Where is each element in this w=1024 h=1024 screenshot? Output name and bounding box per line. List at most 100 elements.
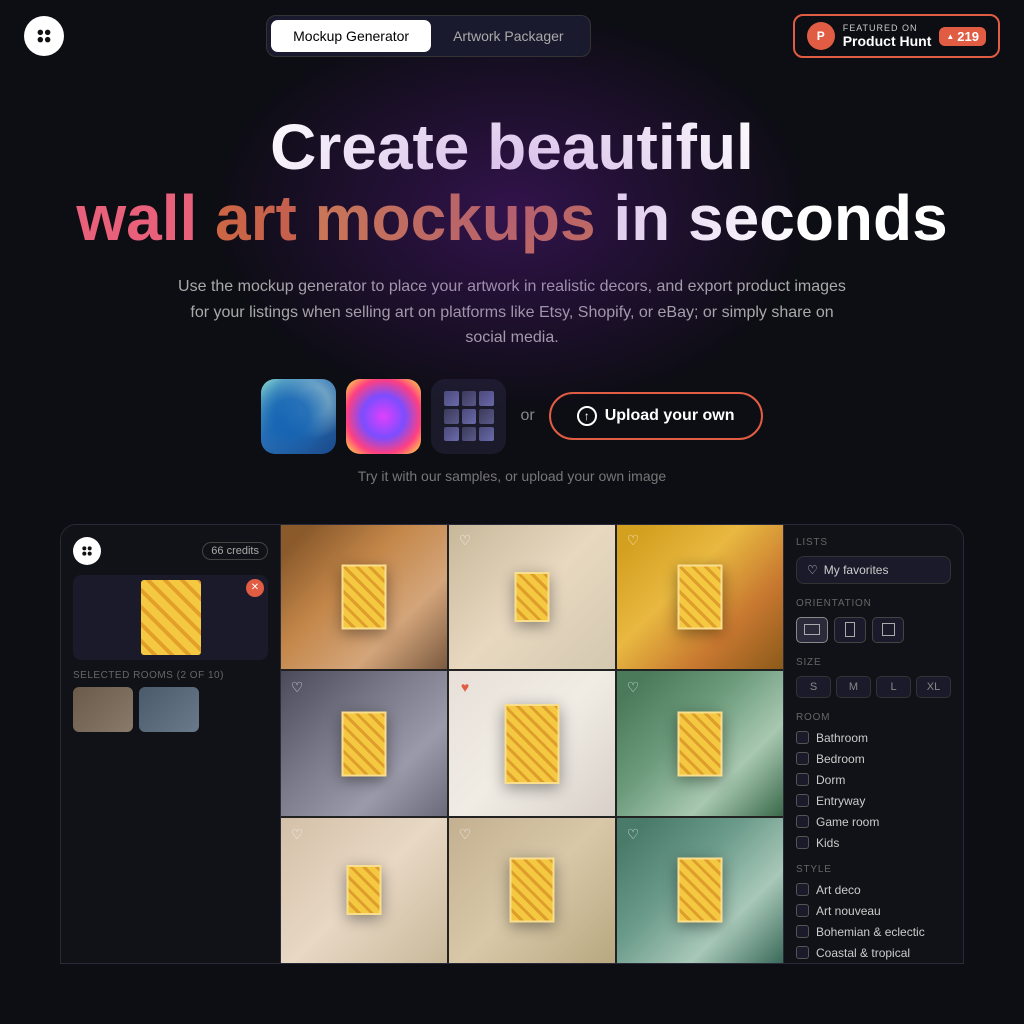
- room-grid-8[interactable]: ♡: [449, 818, 615, 963]
- hero-subtitle: Use the mockup generator to place your a…: [172, 274, 852, 351]
- favorite-icon-8[interactable]: ♡: [455, 824, 475, 844]
- room-grid-5[interactable]: ♥: [449, 671, 615, 816]
- orientation-label: ORIENTATION: [796, 598, 951, 609]
- room-bathroom[interactable]: Bathroom: [796, 731, 951, 745]
- artwork-overlay-9: [678, 858, 723, 923]
- artwork-overlay-1: [342, 565, 387, 630]
- style-checkbox-list: Art deco Art nouveau Bohemian & eclectic…: [796, 883, 951, 963]
- favorite-icon-7[interactable]: ♡: [287, 824, 307, 844]
- size-label: SIZE: [796, 657, 951, 668]
- cb-art-deco: [796, 883, 809, 896]
- style-art-nouveau[interactable]: Art nouveau: [796, 904, 951, 918]
- cb-bohemian: [796, 925, 809, 938]
- sample-row: or ↑ Upload your own: [20, 379, 1004, 454]
- ph-triangle-icon: ▲: [946, 32, 954, 41]
- delete-icon[interactable]: ✕: [246, 579, 264, 597]
- right-panel: LISTS ♡ My favorites ORIENTATION: [783, 525, 963, 963]
- portrait-icon: [845, 622, 855, 637]
- artwork-overlay-5: [505, 704, 560, 784]
- product-hunt-text: FEATURED ON Product Hunt: [843, 23, 932, 49]
- square-icon: [882, 623, 895, 636]
- upload-button[interactable]: ↑ Upload your own: [549, 392, 763, 440]
- cb-dorm: [796, 773, 809, 786]
- try-text: Try it with our samples, or upload your …: [20, 468, 1004, 484]
- room-grid-9[interactable]: ♡: [617, 818, 783, 963]
- orientation-row: [796, 617, 951, 643]
- room-game-room[interactable]: Game room: [796, 815, 951, 829]
- word-mockups: mockups: [315, 182, 596, 254]
- room-bedroom[interactable]: Bedroom: [796, 752, 951, 766]
- app-preview: 66 credits ✕ SELECTED ROOMS (2 OF 10) ♡: [60, 524, 964, 964]
- size-l[interactable]: L: [876, 676, 911, 698]
- or-label: or: [520, 407, 534, 425]
- filter-room: ROOM Bathroom Bedroom Dorm Entryway: [796, 712, 951, 850]
- cb-game-room: [796, 815, 809, 828]
- size-s[interactable]: S: [796, 676, 831, 698]
- room-thumb-1[interactable]: [73, 687, 133, 732]
- ph-featured-label: FEATURED ON: [843, 23, 932, 33]
- hero-title-colored: wall art mockups in seconds: [20, 182, 1004, 256]
- grid-pattern-icon: [444, 391, 494, 441]
- room-grid-2[interactable]: ♡: [449, 525, 615, 670]
- sample-image-3[interactable]: [431, 379, 506, 454]
- selected-rooms-label: SELECTED ROOMS (2 OF 10): [73, 670, 268, 681]
- filter-size: SIZE S M L XL: [796, 657, 951, 698]
- product-hunt-badge[interactable]: P FEATURED ON Product Hunt ▲ 219: [793, 14, 1000, 58]
- favorite-icon-5[interactable]: ♥: [455, 677, 475, 697]
- room-grid-7[interactable]: ♡: [281, 818, 447, 963]
- room-kids[interactable]: Kids: [796, 836, 951, 850]
- panel-logo: [73, 537, 101, 565]
- room-grid-3[interactable]: ♡: [617, 525, 783, 670]
- room-thumb-inner-1: [73, 687, 133, 732]
- tab-artwork-packager[interactable]: Artwork Packager: [431, 20, 585, 52]
- room-entryway[interactable]: Entryway: [796, 794, 951, 808]
- artwork-preview-box: ✕: [73, 575, 268, 660]
- artwork-thumbnail[interactable]: [141, 580, 201, 655]
- orient-portrait-btn[interactable]: [834, 617, 866, 643]
- cb-art-nouveau: [796, 904, 809, 917]
- room-grid-1[interactable]: [281, 525, 447, 670]
- favorites-button[interactable]: ♡ My favorites: [796, 556, 951, 584]
- cb-bathroom: [796, 731, 809, 744]
- upload-icon: ↑: [577, 406, 597, 426]
- orient-landscape-btn[interactable]: [796, 617, 828, 643]
- favorite-icon-4[interactable]: ♡: [287, 677, 307, 697]
- artwork-overlay-6: [678, 711, 723, 776]
- center-grid: ♡ ♡ ♡ ♥ ♡ ♡ ♡ ♡: [281, 525, 783, 963]
- logo[interactable]: [24, 16, 64, 56]
- landscape-icon: [804, 624, 820, 635]
- room-label: ROOM: [796, 712, 951, 723]
- size-row: S M L XL: [796, 676, 951, 698]
- artwork-overlay-2: [515, 572, 550, 622]
- room-grid-6[interactable]: ♡: [617, 671, 783, 816]
- navigation: Mockup Generator Artwork Packager P FEAT…: [0, 0, 1024, 72]
- room-dorm[interactable]: Dorm: [796, 773, 951, 787]
- style-art-deco[interactable]: Art deco: [796, 883, 951, 897]
- panel-header: 66 credits: [73, 537, 268, 565]
- artwork-overlay-3: [678, 565, 723, 630]
- left-panel: 66 credits ✕ SELECTED ROOMS (2 OF 10): [61, 525, 281, 963]
- room-grid-4[interactable]: ♡: [281, 671, 447, 816]
- favorite-icon-2[interactable]: ♡: [455, 531, 475, 551]
- word-wall: wall: [76, 182, 197, 254]
- cb-kids: [796, 836, 809, 849]
- sample-image-1[interactable]: [261, 379, 336, 454]
- tab-mockup-generator[interactable]: Mockup Generator: [271, 20, 431, 52]
- filter-style: STYLE Art deco Art nouveau Bohemian & ec…: [796, 864, 951, 963]
- word-art: art: [215, 182, 297, 254]
- hero-title-main: Create beautiful: [20, 112, 1004, 182]
- favorite-icon-3[interactable]: ♡: [623, 531, 643, 551]
- room-checkbox-list: Bathroom Bedroom Dorm Entryway Game room: [796, 731, 951, 850]
- room-thumb-2[interactable]: [139, 687, 199, 732]
- sample-image-2[interactable]: [346, 379, 421, 454]
- style-coastal[interactable]: Coastal & tropical: [796, 946, 951, 960]
- size-m[interactable]: M: [836, 676, 871, 698]
- lists-label: LISTS: [796, 537, 951, 548]
- orient-square-btn[interactable]: [872, 617, 904, 643]
- favorite-icon-9[interactable]: ♡: [623, 824, 643, 844]
- size-xl[interactable]: XL: [916, 676, 951, 698]
- ph-title-label: Product Hunt: [843, 33, 932, 49]
- cb-bedroom: [796, 752, 809, 765]
- favorite-icon-6[interactable]: ♡: [623, 677, 643, 697]
- style-bohemian[interactable]: Bohemian & eclectic: [796, 925, 951, 939]
